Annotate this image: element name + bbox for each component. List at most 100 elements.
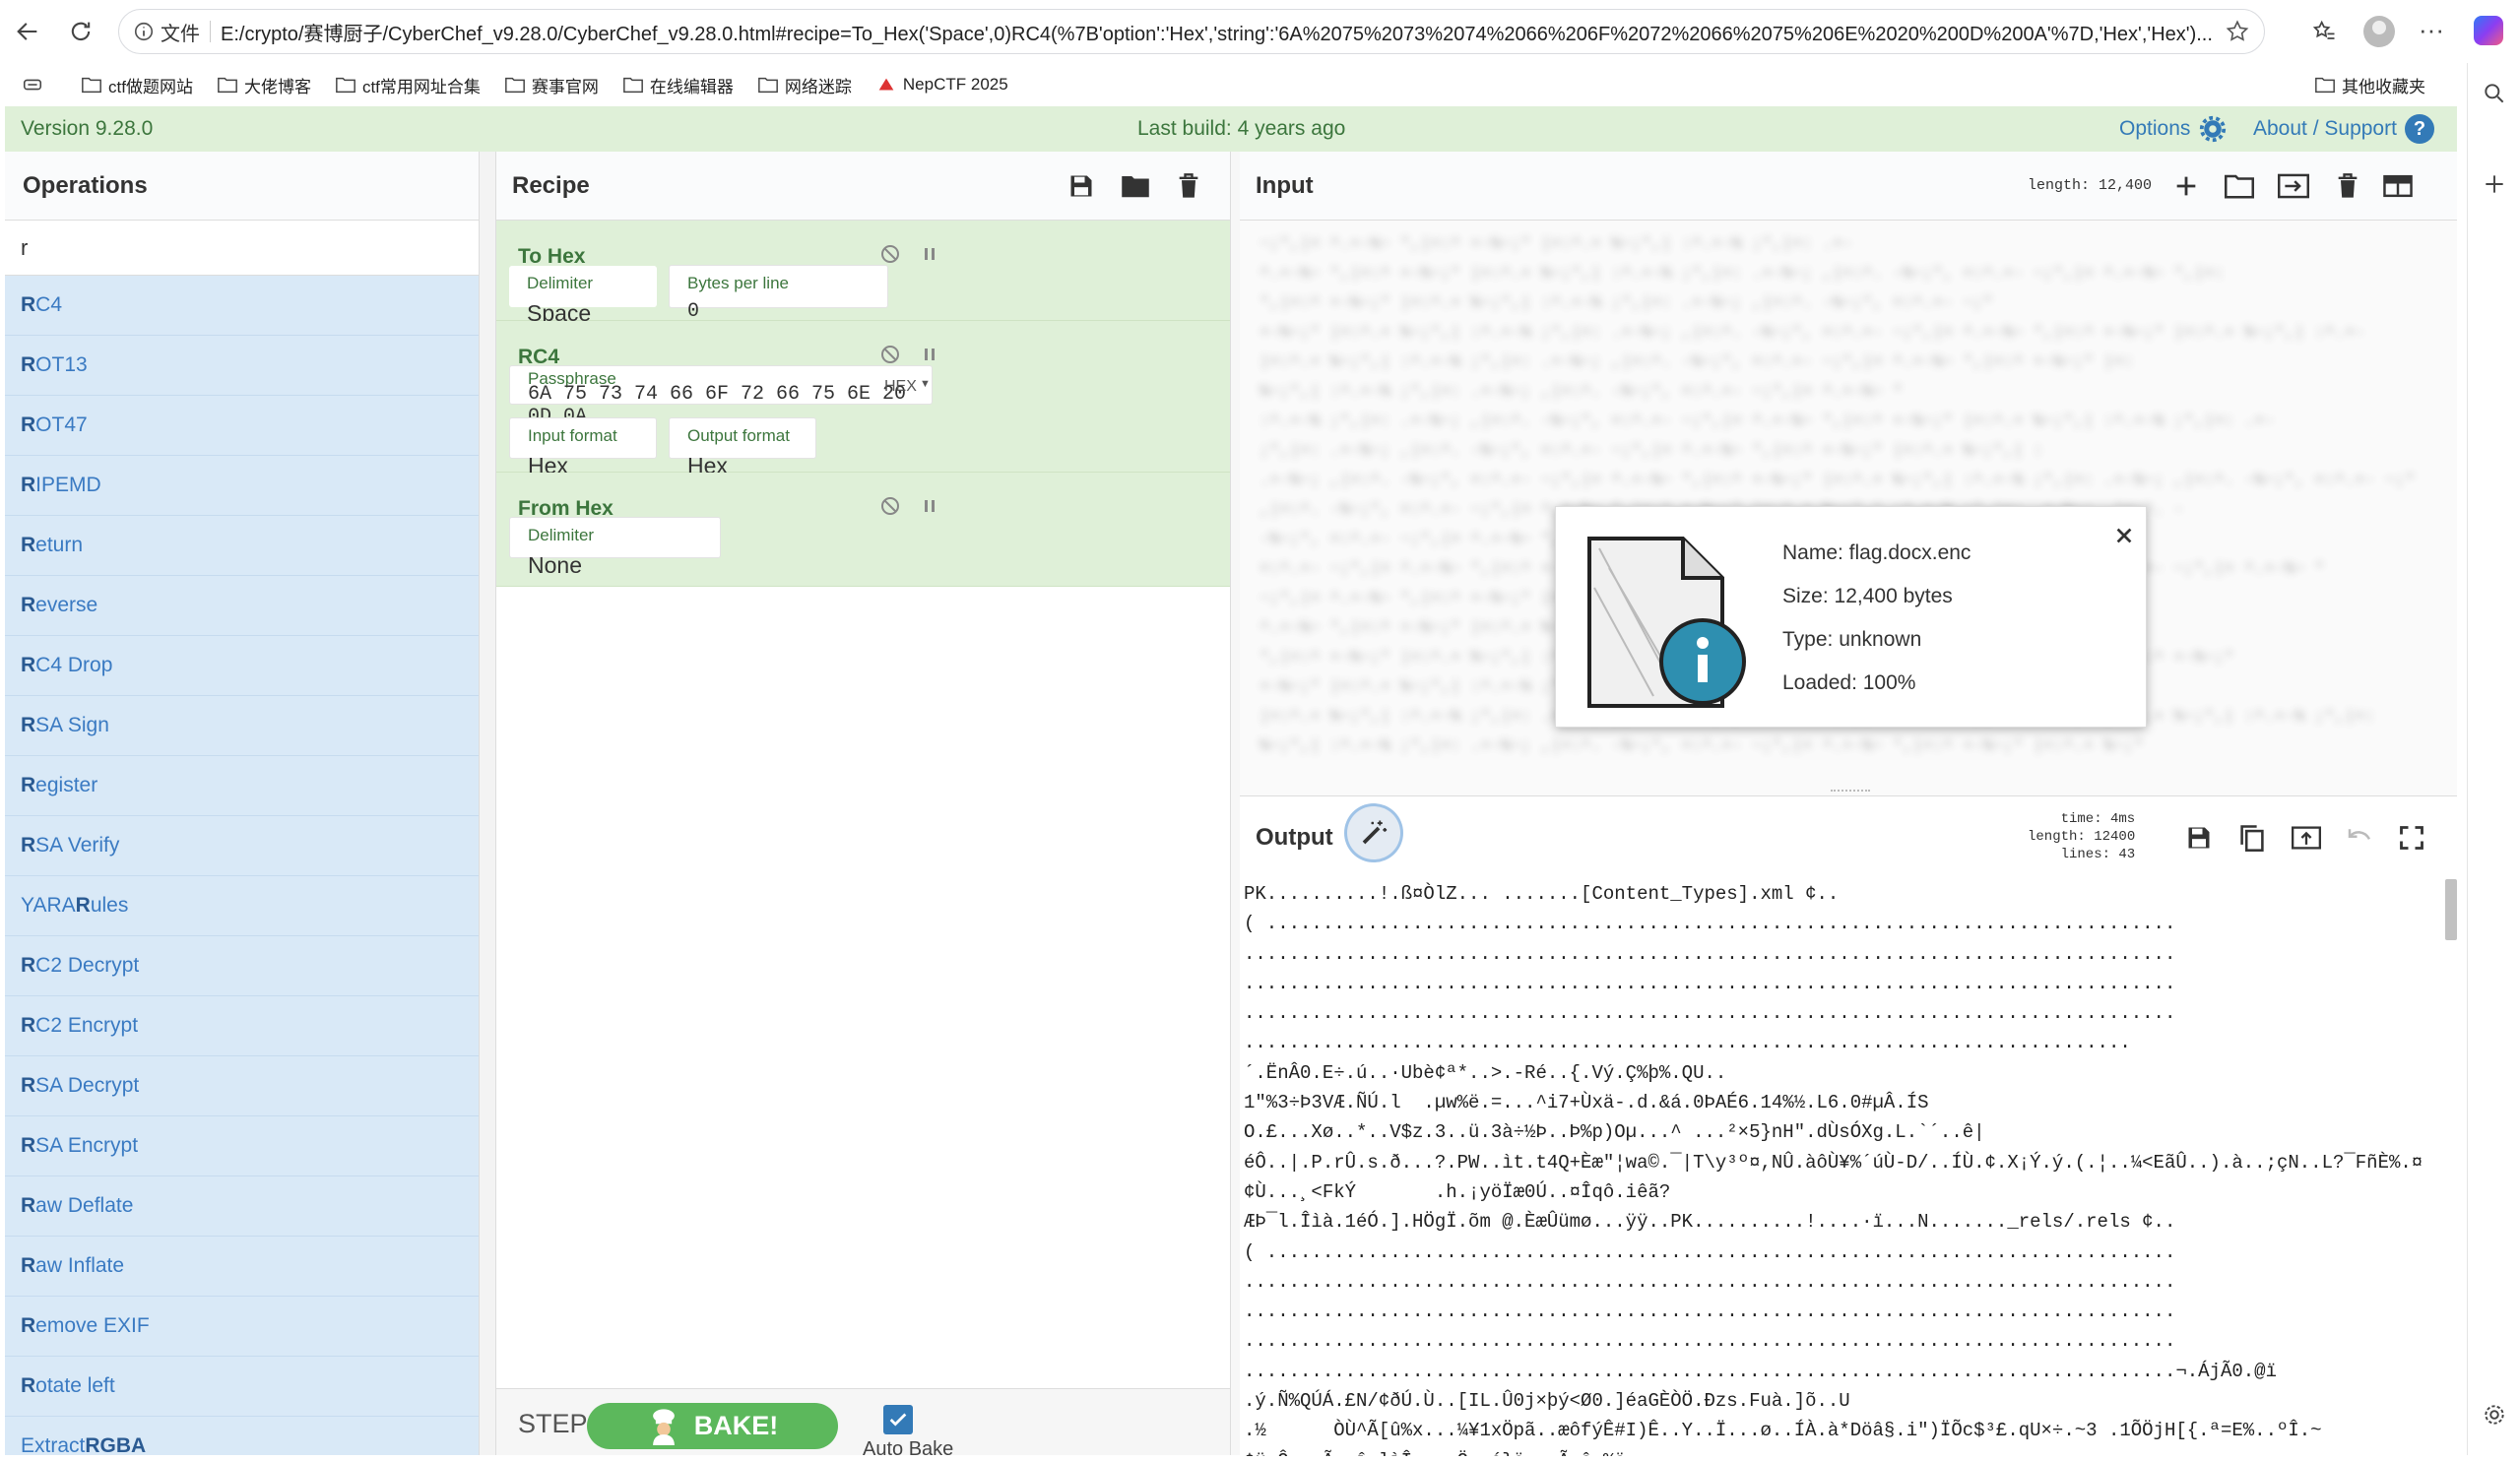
operation-item[interactable]: R OT47 [5,396,479,456]
operation-item[interactable]: R C2 Decrypt [5,936,479,996]
save-icon[interactable] [1067,172,1095,200]
reading-list-icon[interactable] [22,74,43,95]
operation-item[interactable]: R C2 Encrypt [5,996,479,1056]
field-value: None [528,552,582,578]
settings-icon[interactable] [2482,1402,2507,1428]
bookmark-ctf-sites[interactable]: ctf做题网站 [81,73,193,97]
copilot-icon[interactable] [2474,16,2503,45]
bookmark-label: NepCTF 2025 [902,75,1008,94]
search-icon[interactable] [2482,81,2507,106]
passphrase-field[interactable]: Passphrase 6A 75 73 74 66 6F 72 66 75 6E … [509,365,933,428]
operation-label-rest: emove EXIF [35,1314,150,1337]
bookmark-other[interactable]: 其他收藏夹 [2314,73,2425,97]
operation-item[interactable]: R SA Verify [5,816,479,876]
operation-item[interactable]: Return [5,516,479,576]
operation-item[interactable]: Extract RGBA [5,1417,479,1455]
operation-item[interactable]: R SA Decrypt [5,1056,479,1116]
operation-label-rest: egister [35,774,98,796]
trash-icon[interactable] [1176,172,1201,200]
output-line: ÆÞ¯l.Îìà.1éÓ.].HÖgÏ.õm @.ÈæÛümø...ÿÿ..PK… [1244,1211,2176,1234]
clear-input-icon[interactable] [2335,172,2360,200]
operation-item[interactable]: R C4 [5,276,479,336]
options-link[interactable]: Options [2119,114,2228,144]
input-format-field[interactable]: Input format Hex [509,417,657,478]
ingredient-from-hex[interactable]: From Hex Delimiter None [496,473,1230,587]
output-format-field[interactable]: Output format Hex [669,417,816,478]
back-icon[interactable] [14,18,41,45]
input-length: length: 12,400 [2028,177,2153,194]
operation-item[interactable]: R SA Encrypt [5,1116,479,1176]
pause-icon[interactable] [918,494,941,518]
operation-item[interactable]: Raw Deflate [5,1176,479,1237]
operation-item[interactable]: R OT13 [5,336,479,396]
edge-sidebar [2467,63,2520,1455]
open-folder-icon[interactable] [2225,172,2254,200]
pause-icon[interactable] [918,242,941,266]
ingredient-to-hex[interactable]: To Hex Delimiter Space Bytes per line 0 [496,221,1230,326]
star-icon[interactable] [2225,19,2250,44]
banner: Version 9.28.0 Last build: 4 years ago O… [5,106,2457,152]
to-hex-delimiter-field[interactable]: Delimiter Space [509,266,657,326]
folder-open-icon[interactable] [1121,172,1150,200]
output-line: ........................................… [1244,1002,2176,1025]
open-file-icon[interactable] [2278,172,2309,200]
pause-icon[interactable] [918,343,941,366]
passphrase-format-dropdown[interactable]: HEX [884,378,917,396]
close-icon[interactable] [2113,525,2135,546]
save-output-icon[interactable] [2185,824,2213,852]
bookmark-ctf-urls[interactable]: ctf常用网址合集 [335,73,481,97]
magic-wand-button[interactable] [1347,806,1400,859]
folder-icon [758,77,778,94]
favorites-icon[interactable] [2310,18,2338,45]
more-menu-icon[interactable]: ··· [2419,17,2444,42]
disable-icon[interactable] [878,242,902,266]
ingredient-rc4[interactable]: RC4 Passphrase 6A 75 73 74 66 6F 72 66 75… [496,321,1230,478]
bookmark-nepctf[interactable]: NepCTF 2025 [875,75,1008,95]
bookmark-events[interactable]: 赛事官网 [504,73,599,97]
operation-label-match: RGBA [85,1434,147,1455]
nepctf-icon [878,78,894,91]
step-button[interactable]: STEP [518,1409,588,1439]
output-text-area[interactable]: PK..........!.ß¤ÒlZ... .......[Content_T… [1240,879,2443,1456]
pane-divider[interactable] [479,152,496,1455]
info-icon[interactable] [133,21,155,42]
operation-item[interactable]: Remove EXIF [5,1297,479,1357]
add-icon[interactable] [2482,171,2507,197]
operation-item[interactable]: YARA Rules [5,876,479,936]
bookmark-editors[interactable]: 在线编辑器 [622,73,734,97]
move-to-input-icon[interactable] [2292,824,2321,852]
address-bar[interactable]: 文件 E:/crypto/赛博厨子/CyberChef_v9.28.0/Cybe… [118,9,2265,54]
url-text[interactable]: E:/crypto/赛博厨子/CyberChef_v9.28.0/CyberCh… [221,18,2220,46]
operation-item[interactable]: Raw Inflate [5,1237,479,1297]
bake-button[interactable]: BAKE! [587,1403,838,1449]
output-line: 1"%3÷Þ3VÆ.ÑÚ.l .µw%ë.=...^i7+Ùxä-.d.&á.0… [1244,1092,1929,1114]
operation-item[interactable]: R IPEMD [5,456,479,516]
output-line: ........................................… [1244,1270,2176,1293]
resize-handle[interactable] [1831,790,1870,794]
operation-item[interactable]: R SA Sign [5,696,479,756]
bookmark-osint[interactable]: 网络迷踪 [757,73,852,97]
undo-icon[interactable] [2345,824,2374,852]
disable-icon[interactable] [878,494,902,518]
operation-item[interactable]: Reverse [5,576,479,636]
reload-icon[interactable] [67,18,95,45]
maximize-icon[interactable] [2398,824,2425,852]
operation-label-rest: ules [90,894,129,917]
from-hex-delimiter-field[interactable]: Delimiter None [509,517,721,578]
bytes-per-line-field[interactable]: Bytes per line 0 [669,265,888,323]
output-length: length: 12400 [2028,829,2136,845]
operation-item[interactable]: Rotate left [5,1357,479,1417]
operation-item[interactable]: Register [5,756,479,816]
operations-search-input[interactable]: r [5,221,479,276]
about-link[interactable]: About / Support ? [2253,114,2434,144]
add-tab-icon[interactable] [2172,172,2200,200]
disable-icon[interactable] [878,343,902,366]
pane-divider[interactable] [1230,152,1240,1455]
bookmark-blogs[interactable]: 大佬博客 [217,73,311,97]
auto-bake-checkbox[interactable] [883,1405,913,1434]
profile-avatar[interactable] [2363,16,2395,47]
layout-icon[interactable] [2382,172,2414,200]
operation-item[interactable]: R C4 Drop [5,636,479,696]
output-scrollbar[interactable] [2445,879,2457,940]
copy-icon[interactable] [2238,823,2266,853]
